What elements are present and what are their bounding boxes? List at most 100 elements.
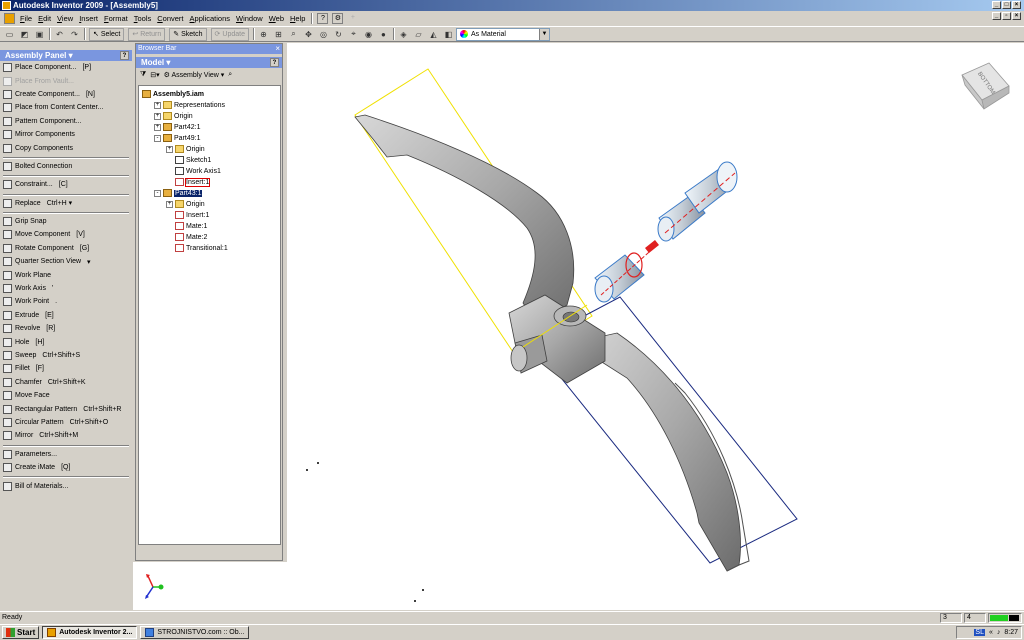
expand-toggle-icon[interactable]: +	[154, 123, 161, 131]
task-inventor[interactable]: Autodesk Inventor 2...	[42, 626, 138, 639]
panel-item-section[interactable]: Quarter Section View ▾	[0, 255, 132, 268]
tree-options-icon[interactable]: ⊟▾	[150, 71, 159, 79]
panel-item-extrude[interactable]: Extrude [E]	[0, 309, 132, 322]
panel-item-rotate[interactable]: Rotate Component [G]	[0, 242, 132, 255]
shaded-icon[interactable]: ●	[377, 28, 390, 41]
panel-item-work-point[interactable]: Work Point.	[0, 295, 132, 308]
tree-node[interactable]: Mate:2	[166, 232, 207, 242]
volume-icon[interactable]: ♪	[997, 629, 1001, 636]
minimize-button[interactable]: _	[992, 1, 1001, 9]
zoom-selected-icon[interactable]: ◎	[317, 28, 330, 41]
panel-item-copy[interactable]: Copy Components	[0, 141, 132, 154]
view-cube[interactable]: BOTTOM	[961, 62, 1010, 110]
panel-item-rect-pattern[interactable]: Rectangular Pattern Ctrl+Shift+R	[0, 402, 132, 415]
tree-node[interactable]: Insert:1	[166, 177, 211, 187]
menu-web[interactable]: Web	[266, 14, 287, 23]
shadow-icon[interactable]: ◭	[427, 28, 440, 41]
zoom-all-icon[interactable]: ⊕	[257, 28, 270, 41]
settings-icon[interactable]: ⚙	[332, 13, 344, 24]
close-button[interactable]: ×	[1012, 1, 1021, 9]
tree-node[interactable]: + Origin	[166, 144, 205, 154]
tree-node[interactable]: + Representations	[154, 100, 225, 110]
display-mode-icon[interactable]: ◉	[362, 28, 375, 41]
open-file-icon[interactable]: ◩	[18, 28, 31, 41]
tree-node[interactable]: + Origin	[154, 111, 193, 121]
doc-restore-button[interactable]: ▫	[1002, 12, 1011, 20]
zoom-window-icon[interactable]: ⊞	[272, 28, 285, 41]
save-icon[interactable]: ▣	[33, 28, 46, 41]
model-header[interactable]: Model ▾ ?	[136, 57, 282, 68]
graphics-window[interactable]: BOTTOM	[287, 43, 1024, 610]
panel-item-content-center[interactable]: Place from Content Center...	[0, 101, 132, 114]
panel-item-constraint[interactable]: Constraint... [C]	[0, 178, 132, 191]
tree-node[interactable]: - Part43:1	[154, 188, 203, 198]
assembly-panel-header[interactable]: Assembly Panel ▾ ?	[0, 50, 132, 61]
tray-arrow-icon[interactable]: «	[989, 629, 993, 636]
panel-item-sweep[interactable]: Sweep Ctrl+Shift+S	[0, 349, 132, 362]
help-icon[interactable]: ?	[317, 13, 329, 24]
panel-item-fillet[interactable]: Fillet [F]	[0, 362, 132, 375]
camera-icon[interactable]: ▱	[412, 28, 425, 41]
expand-toggle-icon[interactable]: -	[154, 134, 161, 142]
panel-item-hole[interactable]: Hole [H]	[0, 335, 132, 348]
panel-item-place-component[interactable]: Place Component... [P]	[0, 61, 132, 74]
menu-file[interactable]: File	[17, 14, 35, 23]
expand-toggle-icon[interactable]: +	[154, 101, 161, 109]
panel-item-work-axis[interactable]: Work Axis '	[0, 282, 132, 295]
panel-item-bolt[interactable]: Bolted Connection	[0, 160, 132, 173]
material-select[interactable]: As Material ▼	[455, 27, 550, 41]
tree-node[interactable]: Work Axis1	[166, 166, 221, 176]
panel-item-replace[interactable]: Replace Ctrl+H ▾	[0, 197, 132, 210]
panel-item-vault[interactable]: Place From Vault...	[0, 74, 132, 87]
panel-help-icon[interactable]: ?	[120, 51, 129, 60]
task-browser[interactable]: STROJNISTVO.com :: Ob...	[140, 626, 250, 639]
expand-toggle-icon[interactable]: +	[166, 200, 173, 208]
panel-item-mirror-feature[interactable]: Mirror Ctrl+Shift+M	[0, 429, 132, 442]
close-icon[interactable]: ×	[275, 44, 280, 54]
menu-format[interactable]: Format	[101, 14, 131, 23]
panel-item-imate[interactable]: Create iMate [Q]	[0, 461, 132, 474]
doc-minimize-button[interactable]: _	[992, 12, 1001, 20]
panel-item-create-component[interactable]: Create Component... [N]	[0, 88, 132, 101]
panel-item-mirror[interactable]: Mirror Components	[0, 128, 132, 141]
return-button[interactable]: ↩ Return	[128, 27, 166, 41]
new-file-icon[interactable]: ▭	[3, 28, 16, 41]
expand-toggle-icon[interactable]: +	[166, 145, 173, 153]
zoom-icon[interactable]: ⌕	[287, 28, 300, 41]
pan-icon[interactable]: ✥	[302, 28, 315, 41]
document-icon[interactable]	[4, 13, 15, 24]
panel-item-parameters[interactable]: Parameters...	[0, 448, 132, 461]
panel-item-grip-snap[interactable]: Grip Snap	[0, 215, 132, 228]
menu-convert[interactable]: Convert	[154, 14, 186, 23]
look-at-icon[interactable]: ⌖	[347, 28, 360, 41]
menu-applications[interactable]: Applications	[187, 14, 233, 23]
panel-item-circ-pattern[interactable]: Circular Pattern Ctrl+Shift+O	[0, 416, 132, 429]
panel-item-pattern[interactable]: Pattern Component...	[0, 115, 132, 128]
menu-edit[interactable]: Edit	[35, 14, 54, 23]
orbit-icon[interactable]: ↻	[332, 28, 345, 41]
menu-tools[interactable]: Tools	[131, 14, 155, 23]
browser-help-icon[interactable]: ?	[270, 58, 279, 67]
menu-help[interactable]: Help	[287, 14, 308, 23]
maximize-button[interactable]: □	[1002, 1, 1011, 9]
analysis-icon[interactable]: ◧	[442, 28, 455, 41]
tree-node[interactable]: Sketch1	[166, 155, 211, 165]
panel-item-revolve[interactable]: Revolve [R]	[0, 322, 132, 335]
tree-node[interactable]: + Origin	[166, 199, 205, 209]
menu-view[interactable]: View	[54, 14, 76, 23]
expand-toggle-icon[interactable]: +	[154, 112, 161, 120]
expand-toggle-icon[interactable]: -	[154, 189, 161, 197]
sketch-button[interactable]: ✎ Sketch	[169, 27, 207, 41]
view-cube-icon[interactable]: ◈	[397, 28, 410, 41]
tree-node[interactable]: + Part42:1	[154, 122, 200, 132]
panel-item-move-face[interactable]: Move Face	[0, 389, 132, 402]
start-button[interactable]: Start	[2, 626, 40, 639]
undo-icon[interactable]: ↶	[53, 28, 66, 41]
tree-node[interactable]: Mate:1	[166, 221, 207, 231]
redo-icon[interactable]: ↷	[68, 28, 81, 41]
tree-node[interactable]: Assembly5.iam	[142, 89, 204, 99]
assembly-view-dropdown[interactable]: ⚙ Assembly View ▾	[164, 71, 225, 79]
add-icon[interactable]: +	[347, 13, 358, 24]
filter-icon[interactable]: ⧩	[140, 71, 146, 79]
panel-item-bom[interactable]: Bill of Materials...	[0, 479, 132, 492]
